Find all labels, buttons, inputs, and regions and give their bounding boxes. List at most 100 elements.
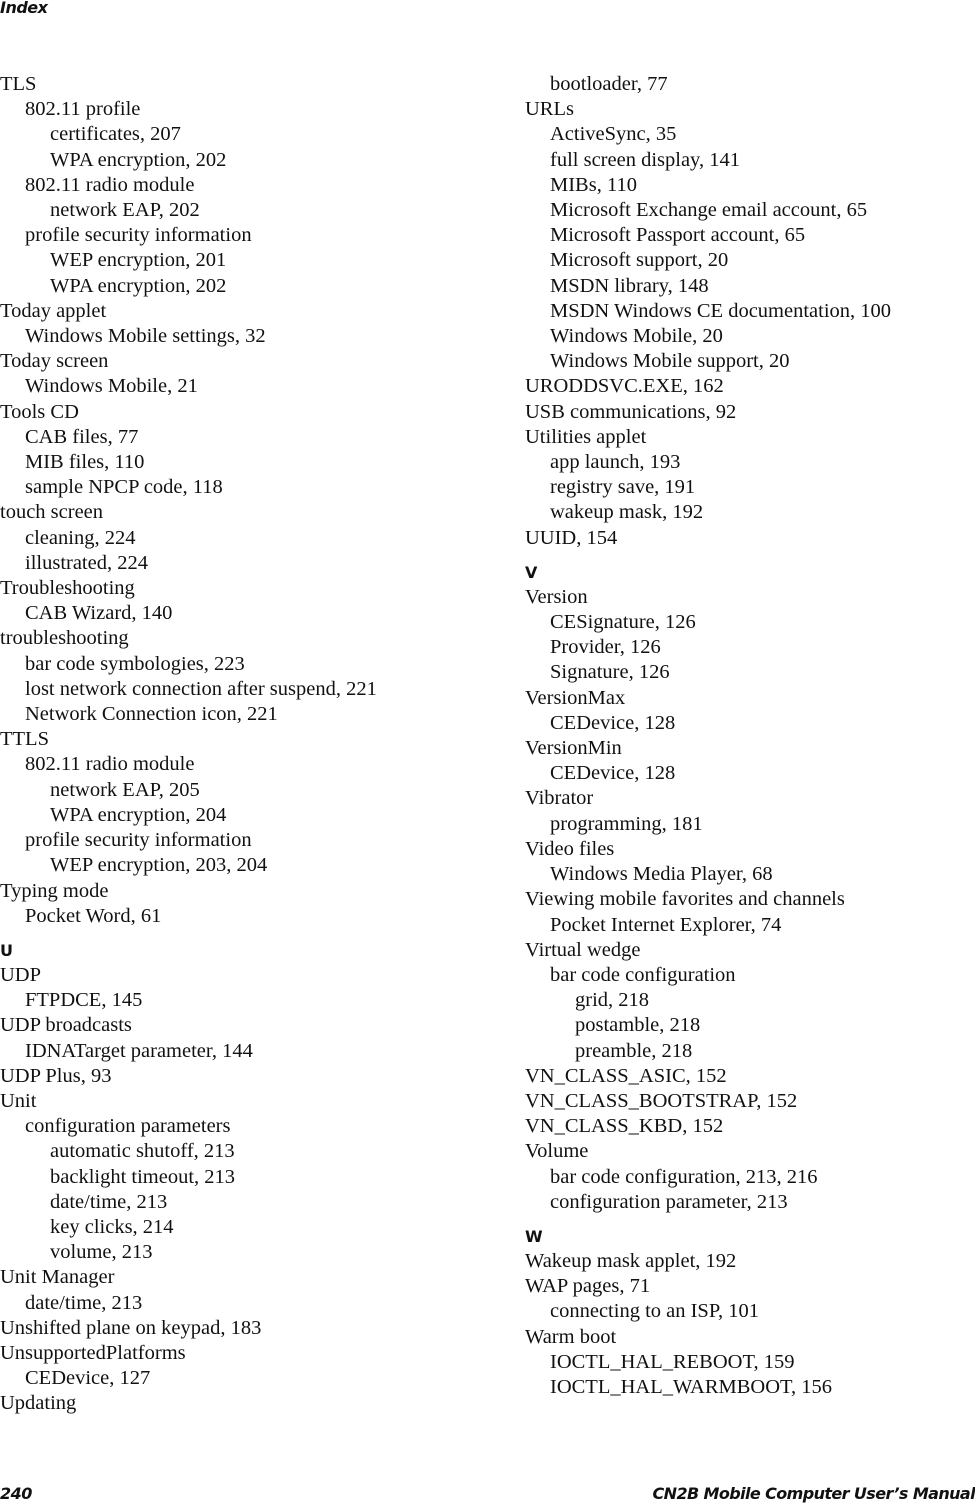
index-subentry: automatic shutoff, 213 <box>50 1140 235 1163</box>
index-subentry: bar code symbologies, 223 <box>25 652 245 675</box>
index-entry: Updating <box>0 1392 77 1415</box>
index-subentry: IOCTL_HAL_REBOOT, 159 <box>550 1350 795 1373</box>
index-subentry: IOCTL_HAL_WARMBOOT, 156 <box>550 1375 833 1398</box>
index-entry: URLs <box>525 98 574 121</box>
index-subentry: volume, 213 <box>50 1241 153 1264</box>
index-subentry: 802.11 profile <box>25 98 141 121</box>
index-subentry: backlight timeout, 213 <box>50 1165 236 1188</box>
index-subentry: Windows Mobile, 20 <box>550 325 723 348</box>
index-subentry: Microsoft Exchange email account, 65 <box>550 199 868 222</box>
index-entry: Tools CD <box>0 400 79 423</box>
index-subentry: 802.11 radio module <box>25 753 195 776</box>
index-entry: Volume <box>525 1140 589 1163</box>
index-subentry: illustrated, 224 <box>25 551 148 574</box>
section-letter: U <box>0 940 13 960</box>
index-subentry: wakeup mask, 192 <box>550 501 704 524</box>
index-subentry: Provider, 126 <box>550 636 661 659</box>
index-entry: VersionMax <box>525 686 626 709</box>
index-subentry: Windows Mobile, 21 <box>25 375 198 398</box>
index-subentry: MIB files, 110 <box>25 451 145 474</box>
index-subentry: WPA encryption, 204 <box>50 803 227 826</box>
index-entry: Typing mode <box>0 879 109 902</box>
index-subentry: MIBs, 110 <box>550 173 637 196</box>
index-subentry: Microsoft Passport account, 65 <box>550 224 806 247</box>
index-subentry: WPA encryption, 202 <box>50 274 227 297</box>
index-subentry: registry save, 191 <box>550 476 696 499</box>
index-subentry: app launch, 193 <box>550 451 681 474</box>
index-entry: Viewing mobile favorites and channels <box>525 888 845 911</box>
index-subentry: date/time, 213 <box>25 1291 143 1314</box>
index-subentry: bar code configuration, 213, 216 <box>550 1165 818 1188</box>
index-entry: VersionMin <box>525 737 622 760</box>
index-subentry: MSDN library, 148 <box>550 274 709 297</box>
index-subentry: WEP encryption, 203, 204 <box>50 854 268 877</box>
index-subentry: preamble, 218 <box>575 1039 693 1062</box>
index-subentry: certificates, 207 <box>50 123 181 146</box>
index-subentry: Windows Mobile support, 20 <box>550 350 790 373</box>
index-entry: Today applet <box>0 299 107 322</box>
index-entry: VN_CLASS_BOOTSTRAP, 152 <box>525 1089 798 1112</box>
index-subentry: cleaning, 224 <box>25 526 136 549</box>
index-entry: UUID, 154 <box>525 526 618 549</box>
index-subentry: 802.11 radio module <box>25 173 195 196</box>
index-subentry: CEDevice, 128 <box>550 762 676 785</box>
index-entry: Troubleshooting <box>0 577 135 600</box>
index-entry: VN_CLASS_ASIC, 152 <box>525 1064 727 1087</box>
index-subentry: key clicks, 214 <box>50 1215 174 1238</box>
index-subentry: Network Connection icon, 221 <box>25 703 278 726</box>
index-entry: Vibrator <box>525 787 594 810</box>
index-entry: Unit <box>0 1089 37 1112</box>
page-number: 240 <box>0 1484 32 1503</box>
index-entry: Unit Manager <box>0 1266 115 1289</box>
index-subentry: WEP encryption, 201 <box>50 249 227 272</box>
index-entry: TLS <box>0 73 37 95</box>
index-column-left: TLS 802.11 profile certificates, 207 WPA en… <box>0 72 377 1417</box>
index-subentry: WPA encryption, 202 <box>50 148 227 171</box>
index-subentry: grid, 218 <box>575 989 650 1012</box>
index-subentry: configuration parameters <box>25 1115 231 1138</box>
index-subentry: network EAP, 205 <box>50 778 200 801</box>
index-subentry: IDNATarget parameter, 144 <box>25 1039 253 1062</box>
index-entry: VN_CLASS_KBD, 152 <box>525 1115 724 1138</box>
index-entry: troubleshooting <box>0 627 129 650</box>
index-subentry: CAB Wizard, 140 <box>25 602 173 625</box>
index-column-right: bootloader, 77 URLs ActiveSync, 35 full scr… <box>525 72 891 1400</box>
index-entry: Today screen <box>0 350 109 373</box>
index-entry: Warm boot <box>525 1325 617 1348</box>
index-subentry: Windows Media Player, 68 <box>550 863 773 886</box>
index-subentry: Pocket Internet Explorer, 74 <box>550 913 782 936</box>
index-subentry: CEDevice, 127 <box>25 1367 151 1390</box>
index-subentry: Signature, 126 <box>550 661 670 684</box>
index-subentry: MSDN Windows CE documentation, 100 <box>550 299 892 322</box>
index-subentry: FTPDCE, 145 <box>25 989 143 1012</box>
index-subentry: sample NPCP code, 118 <box>25 476 223 499</box>
index-subentry: CESignature, 126 <box>550 611 696 634</box>
index-entry: Virtual wedge <box>525 938 641 961</box>
index-subentry: profile security information <box>25 829 252 852</box>
index-entry: UDP <box>0 963 42 986</box>
index-subentry: postamble, 218 <box>575 1014 701 1037</box>
manual-title: CN2B Mobile Computer User’s Manual <box>652 1484 975 1503</box>
index-entry: touch screen <box>0 501 104 524</box>
index-subentry: programming, 181 <box>550 812 703 835</box>
section-letter: W <box>525 1226 543 1246</box>
index-subentry: lost network connection after suspend, 2… <box>25 677 377 700</box>
index-entry: WAP pages, 71 <box>525 1275 651 1298</box>
index-entry: UnsupportedPlatforms <box>0 1341 186 1364</box>
index-subentry: Pocket Word, 61 <box>25 904 162 927</box>
index-subentry: Windows Mobile settings, 32 <box>25 325 266 348</box>
index-entry: TTLS <box>0 728 49 751</box>
index-entry: UDP Plus, 93 <box>0 1064 112 1087</box>
index-entry: Version <box>525 585 588 608</box>
index-subentry: CEDevice, 128 <box>550 711 676 734</box>
index-entry: Wakeup mask applet, 192 <box>525 1249 737 1272</box>
index-entry: Video files <box>525 837 615 860</box>
running-header: Index <box>0 0 48 17</box>
index-entry: URODDSVC.EXE, 162 <box>525 375 724 398</box>
index-entry: USB communications, 92 <box>525 400 737 423</box>
index-subentry: profile security information <box>25 224 252 247</box>
index-subentry: network EAP, 202 <box>50 199 200 222</box>
index-entry: Utilities applet <box>525 425 647 448</box>
index-subentry: bar code configuration <box>550 963 736 986</box>
index-subentry: bootloader, 77 <box>550 73 668 95</box>
